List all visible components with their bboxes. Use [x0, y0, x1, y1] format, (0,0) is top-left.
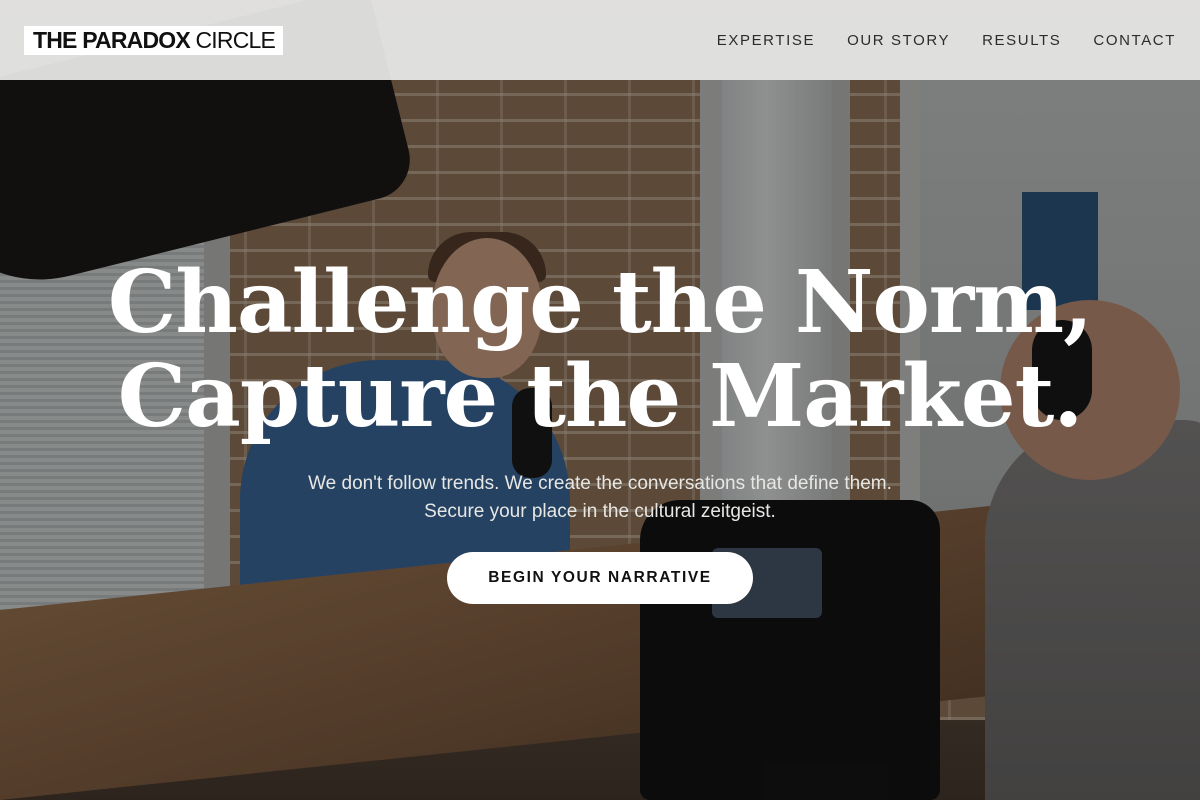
- hero-title-line-2: Capture the Market.: [117, 346, 1084, 447]
- hero-section: Challenge the Norm, Capture the Market. …: [0, 80, 1200, 800]
- nav-link-our-story[interactable]: OUR STORY: [847, 32, 950, 49]
- hero-title: Challenge the Norm, Capture the Market.: [50, 256, 1150, 444]
- logo-text-light: CIRCLE: [195, 26, 276, 53]
- logo[interactable]: THE PARADOX CIRCLE: [24, 25, 284, 55]
- logo-text-strong: THE PARADOX: [33, 26, 191, 53]
- begin-narrative-button[interactable]: BEGIN YOUR NARRATIVE: [447, 552, 753, 604]
- site-header: THE PARADOX CIRCLE EXPERTISE OUR STORY R…: [0, 0, 1200, 80]
- main-nav: EXPERTISE OUR STORY RESULTS CONTACT: [717, 32, 1176, 49]
- hero-title-line-1: Challenge the Norm,: [107, 252, 1093, 353]
- hero-subtitle-line-1: We don't follow trends. We create the co…: [308, 473, 892, 494]
- nav-link-expertise[interactable]: EXPERTISE: [717, 32, 815, 49]
- hero-subtitle-line-2: Secure your place in the cultural zeitge…: [424, 501, 776, 522]
- nav-link-contact[interactable]: CONTACT: [1093, 32, 1176, 49]
- nav-link-results[interactable]: RESULTS: [982, 32, 1061, 49]
- hero-subtitle: We don't follow trends. We create the co…: [308, 470, 892, 526]
